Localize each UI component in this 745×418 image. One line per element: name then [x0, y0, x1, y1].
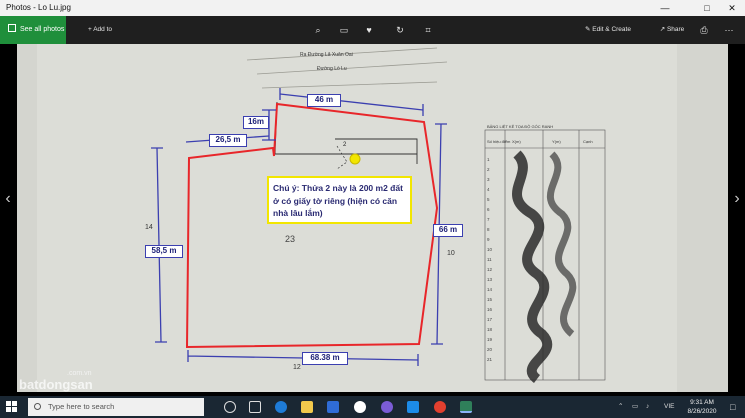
watermark-domain: .com.vn: [67, 370, 92, 377]
chrome-icon[interactable]: [434, 401, 446, 413]
window-title-bar: Photos - Lo Lu.jpg — □ ✕: [0, 0, 745, 16]
neighbor-number-right: 10: [447, 250, 455, 257]
see-all-photos-button[interactable]: See all photos: [0, 16, 66, 44]
taskbar-search-placeholder: Type here to search: [48, 402, 115, 411]
clock-date: 8/26/2020: [687, 408, 717, 415]
tray-chevron-icon[interactable]: ⌃: [618, 396, 623, 418]
add-to-label: Add to: [93, 26, 113, 33]
svg-text:12: 12: [487, 267, 493, 272]
crop-icon[interactable]: ⌗: [421, 16, 435, 44]
land-survey-photo: 123 456 789 10 11 12 13 14 15 16 17 18 19 20 21 …: [17, 44, 728, 392]
window-title: Photos - Lo Lu.jpg: [6, 3, 71, 12]
see-all-photos-label: See all photos: [20, 26, 65, 33]
svg-text:14: 14: [487, 287, 493, 292]
viber-icon[interactable]: [381, 401, 393, 413]
clock-time: 9:31 AM: [690, 399, 714, 406]
edit-create-button[interactable]: ✎ Edit & Create: [584, 16, 632, 44]
neighbor-number-bottom: 12: [293, 364, 301, 371]
coordinate-table-title: BẢNG LIỆT KÊ TỌA ĐỘ GÓC RANH: [487, 124, 554, 129]
svg-text:16: 16: [487, 307, 493, 312]
next-photo-arrow[interactable]: ›: [729, 184, 745, 214]
rotate-icon[interactable]: ↻: [393, 16, 407, 44]
windows-start-icon[interactable]: [6, 401, 17, 412]
notifications-icon[interactable]: □: [730, 396, 735, 418]
cortana-icon[interactable]: [224, 401, 236, 413]
edge-browser-icon[interactable]: [275, 401, 287, 413]
photos-icon: [8, 24, 16, 32]
add-to-button[interactable]: + Add to: [82, 16, 118, 44]
left-height-label: 58,5 m: [145, 245, 183, 258]
svg-text:20: 20: [487, 347, 493, 352]
more-icon[interactable]: ⋯: [722, 16, 736, 44]
previous-photo-arrow[interactable]: ‹: [0, 184, 16, 214]
taskbar-search-box[interactable]: Type here to search: [28, 398, 204, 416]
coordinate-table-header-y: Y(m): [552, 139, 561, 144]
photos-toolbar: See all photos + Add to ⌕ ▭ ♥ ↻ ⌗ ✎ Edit…: [0, 16, 745, 44]
svg-text:21: 21: [487, 357, 493, 362]
store-icon[interactable]: [327, 401, 339, 413]
coordinate-table-header-x: X(m): [512, 139, 521, 144]
print-icon[interactable]: ⎙: [697, 16, 711, 44]
right-height-label: 66 m: [433, 224, 463, 237]
notch-width-label: 26,5 m: [209, 134, 247, 147]
app-icon-white[interactable]: [354, 401, 366, 413]
slideshow-icon[interactable]: ▭: [337, 16, 351, 44]
neighbor-number-left: 14: [145, 224, 153, 231]
search-icon: [34, 403, 41, 410]
road-label-2: Đường Lò Lu: [317, 66, 347, 72]
svg-text:10: 10: [487, 247, 493, 252]
road-label-1: Ra Đường Lã Xuân Oai: [300, 52, 353, 58]
annotation-note: Chú ý: Thửa 2 này là 200 m2 đất ở có giấ…: [267, 176, 412, 224]
parcel-number: 23: [285, 234, 296, 244]
svg-text:11: 11: [487, 257, 492, 262]
favorite-icon[interactable]: ♥: [362, 16, 376, 44]
share-button[interactable]: ↗ Share: [655, 16, 689, 44]
svg-text:13: 13: [487, 277, 493, 282]
edit-create-label: Edit & Create: [592, 26, 631, 33]
svg-text:18: 18: [487, 327, 493, 332]
close-button[interactable]: ✕: [719, 0, 745, 16]
zalo-icon[interactable]: [407, 401, 419, 413]
top-width-label: 46 m: [307, 94, 341, 107]
minimize-button[interactable]: —: [652, 0, 678, 16]
photo-viewer[interactable]: ‹ 1 2 3 4 5 6 7 8 9 10 11 12 13 14 15 16…: [0, 44, 745, 392]
zoom-icon[interactable]: ⌕: [311, 16, 325, 44]
input-language[interactable]: VIE: [664, 396, 674, 418]
svg-text:15: 15: [487, 297, 493, 302]
watermark-brand: batdongsan: [19, 377, 93, 392]
lot-number: 2: [343, 142, 347, 148]
windows-taskbar: Type here to search ⌃ ▭ ♪ VIE 9:31 AM 8/…: [0, 396, 745, 418]
photos-app-icon[interactable]: [460, 401, 472, 413]
coordinate-table-header-point: Số hiệu điểm: [487, 139, 511, 144]
file-explorer-icon[interactable]: [301, 401, 313, 413]
volume-icon[interactable]: ♪: [646, 396, 649, 418]
maximize-button[interactable]: □: [694, 0, 720, 16]
svg-text:19: 19: [487, 337, 493, 342]
svg-text:17: 17: [487, 317, 493, 322]
network-icon[interactable]: ▭: [632, 396, 638, 418]
bottom-width-label: 68.38 m: [302, 352, 348, 365]
task-view-icon[interactable]: [249, 401, 261, 413]
coordinate-table-header-edge: Cạnh: [583, 139, 593, 144]
taskbar-clock[interactable]: 9:31 AM 8/26/2020: [680, 398, 724, 416]
watermark: .com.vn batdongsan: [19, 370, 93, 392]
notch-height-label: 16m: [243, 116, 269, 129]
share-label: Share: [666, 26, 685, 33]
